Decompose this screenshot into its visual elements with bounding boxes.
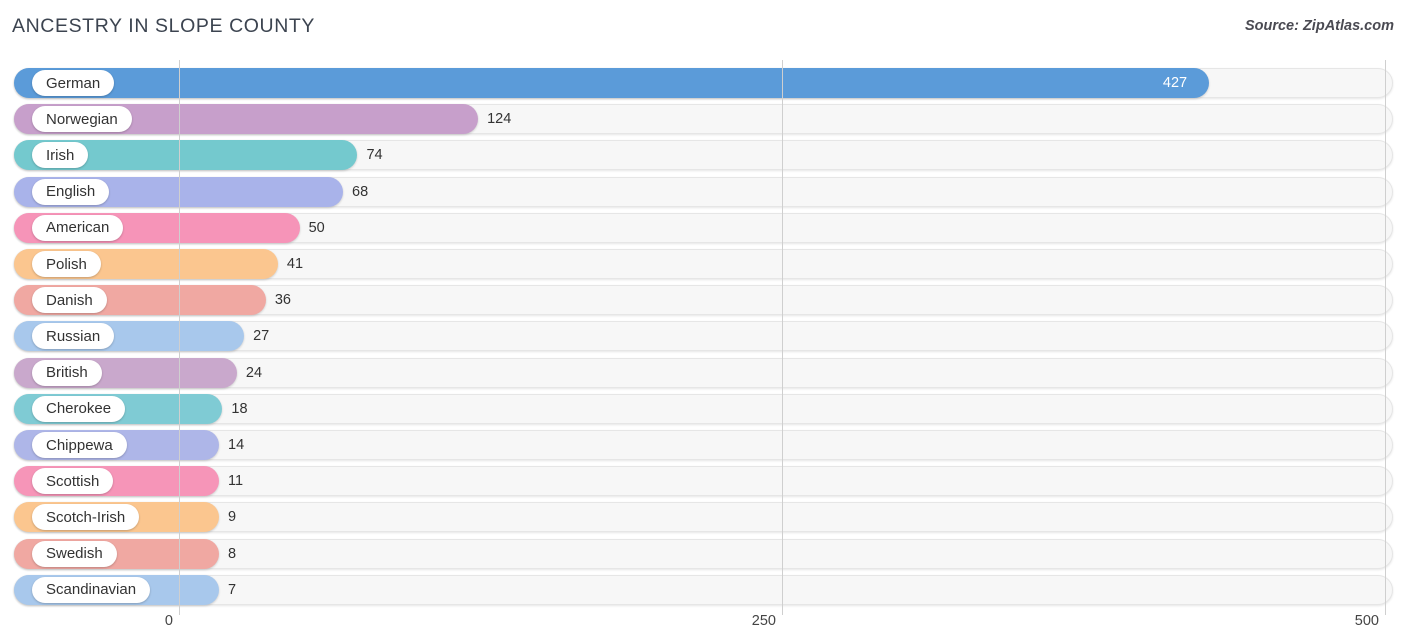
plot-area: German 427 Norwegian 124 Irish 74 English 68 Ame… xyxy=(0,60,1406,615)
bar-value-label: 41 xyxy=(286,256,304,272)
bar-label-pill[interactable]: Polish xyxy=(32,251,101,277)
bar-row[interactable]: Norwegian 124 xyxy=(0,104,1406,135)
bar-value-label: 27 xyxy=(253,328,270,345)
source-attribution: Source: ZipAtlas.com xyxy=(1244,18,1394,34)
bar-value-label: 9 xyxy=(228,509,237,526)
bar-row[interactable]: Swedish 8 xyxy=(0,538,1406,569)
bar-label-pill[interactable]: Scotch-Irish xyxy=(32,504,140,531)
bar-label-pill[interactable]: Norwegian xyxy=(32,106,132,133)
bar-value-label: 18 xyxy=(231,400,248,417)
bar-value-label: 74 xyxy=(366,147,383,164)
bar-track xyxy=(14,574,1393,605)
bar-row[interactable]: Scotch-Irish 9 xyxy=(0,502,1406,533)
bar-label-pill[interactable]: Chippewa xyxy=(32,432,127,458)
bar-track xyxy=(14,502,1393,533)
x-tick-label: 250 xyxy=(751,613,776,629)
bar-row[interactable]: Irish 74 xyxy=(0,140,1406,171)
bar-label-pill[interactable]: Irish xyxy=(32,142,89,169)
bar-label-pill[interactable]: Danish xyxy=(32,287,107,314)
bar-label-pill[interactable]: British xyxy=(32,359,102,386)
bar-value-label: 14 xyxy=(228,437,245,453)
bar-label-pill[interactable]: German xyxy=(32,70,115,96)
bar-row[interactable]: American 50 xyxy=(0,212,1406,243)
bar-row[interactable]: Scandinavian 7 xyxy=(0,574,1406,605)
page-title: ANCESTRY IN SLOPE COUNTY xyxy=(12,15,315,37)
bar-label-pill[interactable]: Cherokee xyxy=(32,395,126,422)
bar-row[interactable]: British 24 xyxy=(0,357,1406,388)
bar-row[interactable]: Russian 27 xyxy=(0,321,1406,352)
bar-value-label: 7 xyxy=(228,581,237,598)
bar-label-pill[interactable]: Swedish xyxy=(32,540,117,567)
bar-value-label: 11 xyxy=(228,473,244,490)
bar-track xyxy=(14,466,1393,497)
bar-row[interactable]: Scottish 11 xyxy=(0,466,1406,497)
bar-value-label: 8 xyxy=(228,545,237,562)
bar-row[interactable]: English 68 xyxy=(0,176,1406,207)
bar-track xyxy=(14,538,1393,569)
bar-row[interactable]: German 427 xyxy=(0,68,1406,98)
bar-value-label: 427 xyxy=(1162,75,1188,91)
bar-row[interactable]: Chippewa 14 xyxy=(0,430,1406,460)
bar-label-pill[interactable]: Scottish xyxy=(32,468,114,495)
x-axis: 0 250 500 xyxy=(0,605,1406,644)
bar-label-pill[interactable]: Scandinavian xyxy=(32,576,151,603)
x-tick-label: 500 xyxy=(1354,613,1379,629)
bar-value-label: 124 xyxy=(487,111,512,128)
bar-label-pill[interactable]: English xyxy=(32,178,110,205)
bar-row[interactable]: Polish 41 xyxy=(0,249,1406,279)
bar-label-pill[interactable]: Russian xyxy=(32,323,115,350)
bar-value-label: 50 xyxy=(308,219,325,236)
bar-german[interactable] xyxy=(14,68,1209,98)
bar-row[interactable]: Cherokee 18 xyxy=(0,393,1406,424)
bar-track xyxy=(14,430,1393,460)
bar-value-label: 36 xyxy=(274,292,291,309)
chart-root: ANCESTRY IN SLOPE COUNTY Source: ZipAtla… xyxy=(0,0,1406,644)
x-tick-label: 0 xyxy=(164,613,173,629)
bar-row[interactable]: Danish 36 xyxy=(0,285,1406,316)
bar-label-pill[interactable]: American xyxy=(32,214,124,241)
bar-value-label: 68 xyxy=(352,183,369,200)
bar-value-label: 24 xyxy=(245,364,263,381)
